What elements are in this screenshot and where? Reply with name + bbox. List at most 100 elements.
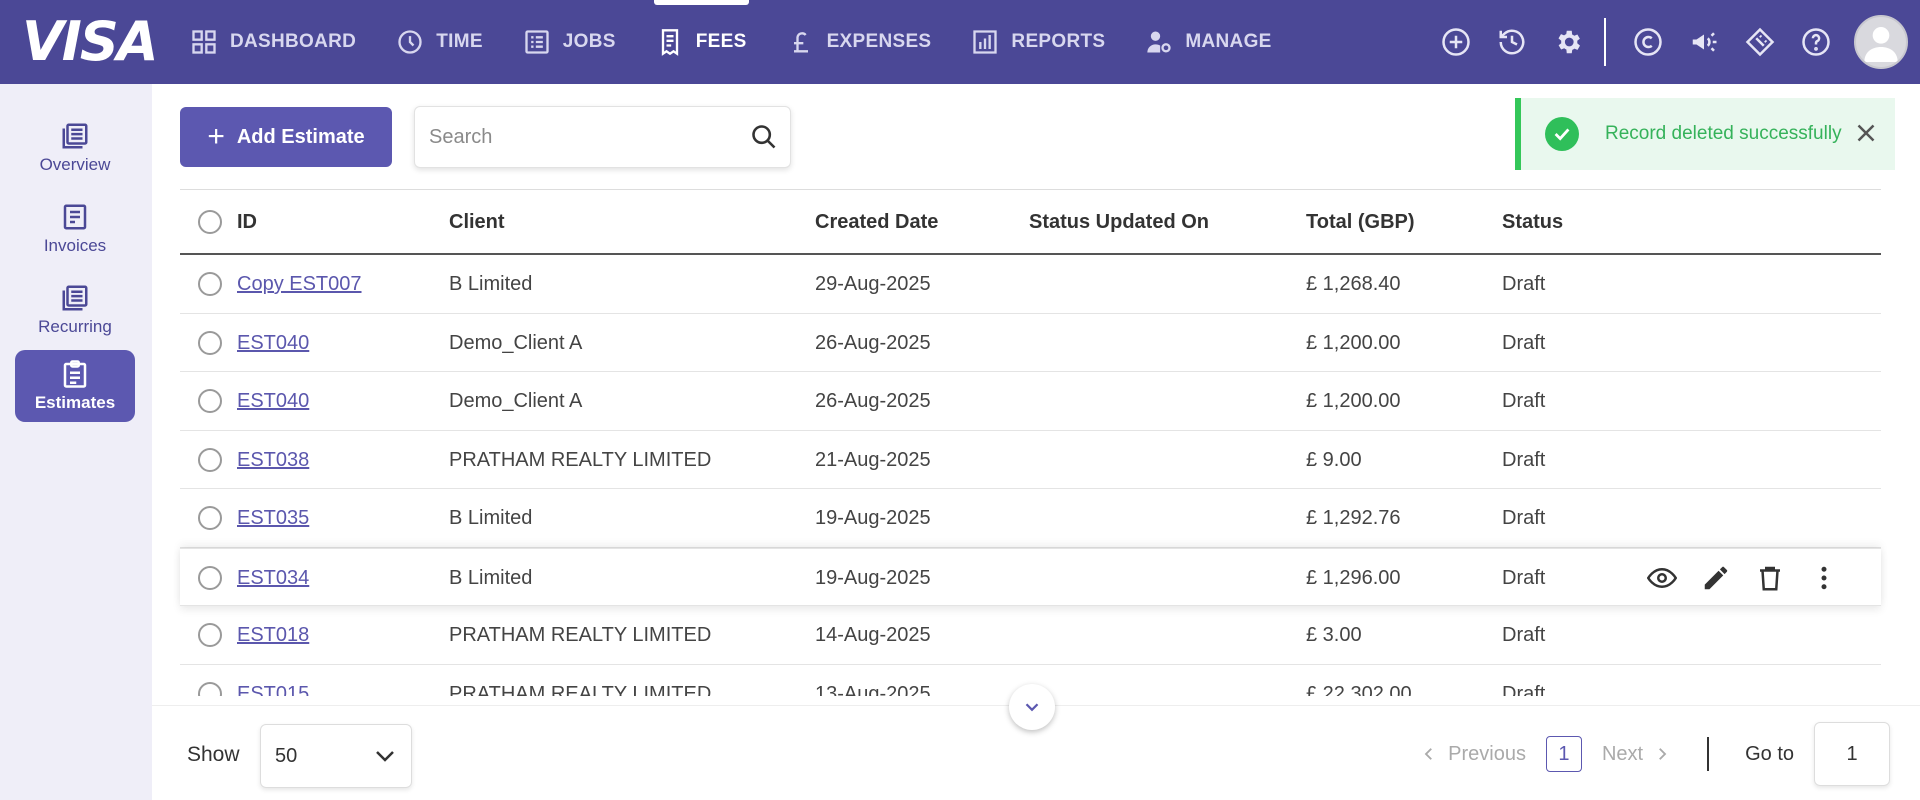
nav-item-time[interactable]: TIME <box>376 0 503 84</box>
column-header-total[interactable]: Total (GBP) <box>1306 190 1415 254</box>
table-row[interactable]: EST038 PRATHAM REALTY LIMITED 21-Aug-2025 £… <box>180 431 1881 489</box>
row-actions <box>1635 549 1851 607</box>
client-cell: Demo_Client A <box>449 390 583 412</box>
table-row[interactable]: EST040 Demo_Client A 26-Aug-2025 £ 1,200.00… <box>180 314 1881 372</box>
help-button[interactable] <box>1788 0 1844 84</box>
nav-item-fees[interactable]: FEES <box>636 0 767 84</box>
estimate-id-link[interactable]: EST015 <box>237 665 309 697</box>
table-row[interactable]: Copy EST007 B Limited 29-Aug-2025 £ 1,268.4… <box>180 255 1881 314</box>
estimate-id-link[interactable]: Copy EST007 <box>237 255 362 313</box>
search-icon[interactable] <box>750 123 778 151</box>
table-row[interactable]: EST018 PRATHAM REALTY LIMITED 14-Aug-2025 £… <box>180 606 1881 665</box>
status-cell: Draft <box>1502 273 1546 295</box>
table-body: Copy EST007 B Limited 29-Aug-2025 £ 1,268.4… <box>180 255 1881 696</box>
chart-icon <box>973 30 998 54</box>
client-cell: Demo_Client A <box>449 331 583 354</box>
row-checkbox[interactable] <box>198 389 222 413</box>
status-cell: Draft <box>1502 566 1546 589</box>
estimates-table: ID Client Created Date Status Updated On… <box>180 189 1881 696</box>
row-checkbox[interactable] <box>198 565 222 590</box>
estimate-id-link[interactable]: EST040 <box>237 314 309 372</box>
chevron-left-icon <box>1424 748 1433 760</box>
row-checkbox[interactable] <box>198 623 222 647</box>
history-button[interactable] <box>1484 0 1540 84</box>
nav-item-reports[interactable]: REPORTS <box>951 0 1125 84</box>
estimate-id-link[interactable]: EST034 <box>237 549 309 607</box>
nav-item-manage[interactable]: MANAGE <box>1125 0 1291 84</box>
status-cell: Draft <box>1502 331 1546 354</box>
page-size-select[interactable]: 50 <box>260 724 412 788</box>
user-gear-icon <box>1147 31 1172 53</box>
column-header-id[interactable]: ID <box>237 190 257 254</box>
nav-item-jobs[interactable]: JOBS <box>503 0 636 84</box>
scroll-down-button[interactable] <box>1009 684 1055 730</box>
c-logo-icon <box>1634 28 1662 56</box>
add-estimate-label: Add Estimate <box>236 125 365 148</box>
edit-icon[interactable] <box>1689 549 1743 607</box>
avatar[interactable] <box>1854 15 1908 69</box>
invoice-icon <box>63 204 87 230</box>
next-page-button[interactable]: Next <box>1602 743 1671 766</box>
client-cell: B Limited <box>449 566 533 589</box>
column-header-status-updated[interactable]: Status Updated On <box>1029 190 1209 254</box>
created-date-cell: 26-Aug-2025 <box>815 390 931 412</box>
estimate-id-link[interactable]: EST018 <box>237 606 309 664</box>
settings-button[interactable] <box>1540 0 1596 84</box>
c-logo-button[interactable] <box>1620 0 1676 84</box>
add-new-button[interactable] <box>1428 0 1484 84</box>
row-checkbox[interactable] <box>198 447 222 472</box>
row-checkbox[interactable] <box>198 272 222 296</box>
nav-item-label: JOBS <box>562 31 616 52</box>
user-icon <box>1864 27 1898 62</box>
pager-divider <box>1707 737 1710 771</box>
table-row[interactable]: EST040 Demo_Client A 26-Aug-2025 £ 1,200.00… <box>180 372 1881 431</box>
table-row[interactable]: EST035 B Limited 19-Aug-2025 £ 1,292.76 Draf… <box>180 489 1881 548</box>
column-header-created-date[interactable]: Created Date <box>815 190 938 254</box>
more-icon[interactable] <box>1797 549 1851 607</box>
previous-label: Previous <box>1448 742 1526 765</box>
nav-item-label: DASHBOARD <box>230 31 357 52</box>
next-label: Next <box>1601 742 1644 765</box>
row-checkbox[interactable] <box>198 330 222 355</box>
total-cell: £ 22,302.00 <box>1306 682 1412 697</box>
column-header-status[interactable]: Status <box>1502 190 1563 254</box>
close-icon[interactable] <box>1851 118 1881 148</box>
table-scroll-area[interactable]: ID Client Created Date Status Updated On… <box>152 189 1920 696</box>
goto-page-input[interactable]: 1 <box>1814 722 1890 786</box>
estimate-id-link[interactable]: EST035 <box>237 489 309 547</box>
add-estimate-button[interactable]: + Add Estimate <box>180 107 392 167</box>
client-cell: PRATHAM REALTY LIMITED <box>449 448 712 471</box>
client-cell: B Limited <box>449 273 533 295</box>
nav-item-label: TIME <box>436 31 483 52</box>
row-checkbox[interactable] <box>198 681 222 696</box>
support-ticket-button[interactable] <box>1732 0 1788 84</box>
estimate-id-link[interactable]: EST038 <box>237 431 309 489</box>
estimate-id-link[interactable]: EST040 <box>237 372 309 430</box>
app-logo[interactable]: VISA <box>22 14 159 70</box>
success-toast: Record deleted successfully <box>1515 98 1895 170</box>
table-row[interactable]: EST034 B Limited 19-Aug-2025 £ 1,296.00 Draf… <box>180 547 1881 607</box>
row-checkbox[interactable] <box>198 506 222 530</box>
announcements-button[interactable] <box>1676 0 1732 84</box>
history-icon <box>1499 29 1525 55</box>
total-cell: £ 1,296.00 <box>1306 566 1401 589</box>
sidebar-item-estimates[interactable]: Estimates <box>15 350 135 422</box>
delete-icon[interactable] <box>1743 549 1797 607</box>
select-all-checkbox[interactable] <box>198 210 222 234</box>
nav-item-dashboard[interactable]: DASHBOARD <box>170 0 376 84</box>
column-header-client[interactable]: Client <box>449 190 505 254</box>
sidebar-item-invoices[interactable]: Invoices <box>15 193 135 265</box>
sidebar-item-recurring[interactable]: Recurring <box>15 274 135 346</box>
receipt-icon <box>661 29 678 56</box>
total-cell: £ 1,268.40 <box>1306 273 1401 295</box>
sidebar-item-overview[interactable]: Overview <box>15 112 135 184</box>
nav-item-expenses[interactable]: EXPENSES <box>767 0 952 84</box>
sidebar-item-label: Recurring <box>38 317 112 336</box>
toolbar-divider <box>1604 18 1606 66</box>
previous-page-button[interactable]: Previous <box>1420 743 1526 766</box>
page-number-button[interactable]: 1 <box>1545 736 1582 772</box>
sidebar-item-label: Invoices <box>43 236 107 255</box>
search-input[interactable] <box>429 125 729 149</box>
chevron-right-icon <box>1659 748 1667 760</box>
view-icon[interactable] <box>1635 549 1689 607</box>
